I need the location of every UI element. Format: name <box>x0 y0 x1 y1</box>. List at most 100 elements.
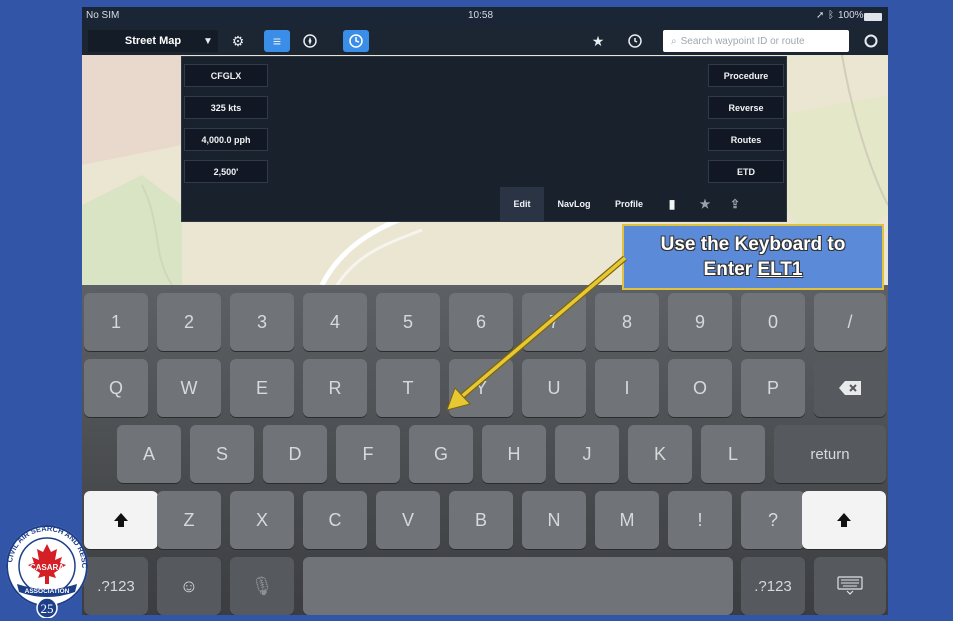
key-question[interactable]: ? <box>741 491 805 549</box>
key-i[interactable]: I <box>595 359 659 417</box>
shift-key-left[interactable] <box>84 491 158 549</box>
key-4[interactable]: 4 <box>303 293 367 351</box>
map-layer-label: Street Map <box>124 35 182 47</box>
key-d[interactable]: D <box>263 425 327 483</box>
key-n[interactable]: N <box>522 491 586 549</box>
key-9[interactable]: 9 <box>668 293 732 351</box>
key-h[interactable]: H <box>482 425 546 483</box>
callout-prefix: Enter <box>703 259 758 280</box>
chevron-down-icon[interactable]: ▼ <box>195 30 221 52</box>
key-0[interactable]: 0 <box>741 293 805 351</box>
key-p[interactable]: P <box>741 359 805 417</box>
key-m[interactable]: M <box>595 491 659 549</box>
key-x[interactable]: X <box>230 491 294 549</box>
key-y[interactable]: Y <box>449 359 513 417</box>
flight-plan-tabs: Edit NavLog Profile ▮ ★ ⇪ <box>500 187 750 221</box>
speed-field[interactable]: 325 kts <box>184 96 268 119</box>
star-icon[interactable]: ★ <box>585 30 611 52</box>
compass-icon[interactable] <box>297 30 323 52</box>
carrier-label: No SIM <box>86 10 120 21</box>
numbers-key-left[interactable]: .?123 <box>84 557 148 615</box>
logo-bottom-text: ASSOCIATION <box>25 588 70 595</box>
star-icon[interactable]: ★ <box>690 187 720 221</box>
key-8[interactable]: 8 <box>595 293 659 351</box>
key-l[interactable]: L <box>701 425 765 483</box>
key-1[interactable]: 1 <box>84 293 148 351</box>
key-q[interactable]: Q <box>84 359 148 417</box>
location-icon: ➚ <box>816 10 825 21</box>
onscreen-keyboard: 1 2 3 4 5 6 7 8 9 0 / Q W E R T Y U I O … <box>82 285 888 615</box>
gear-icon[interactable]: ⚙ <box>225 30 251 52</box>
hide-keyboard-icon <box>837 576 863 595</box>
key-o[interactable]: O <box>668 359 732 417</box>
key-6[interactable]: 6 <box>449 293 513 351</box>
key-5[interactable]: 5 <box>376 293 440 351</box>
shift-icon <box>114 513 128 527</box>
mic-key[interactable]: 🎙 <box>230 557 294 615</box>
history-icon[interactable] <box>622 30 648 52</box>
backspace-key[interactable] <box>814 359 886 417</box>
emoji-icon: ☺ <box>179 575 199 596</box>
procedure-button[interactable]: Procedure <box>708 64 784 87</box>
battery-percent: 100% <box>838 10 864 21</box>
key-c[interactable]: C <box>303 491 367 549</box>
sync-icon[interactable] <box>858 30 884 52</box>
callout-line-1: Use the Keyboard to <box>660 234 846 255</box>
key-a[interactable]: A <box>117 425 181 483</box>
status-bar: No SIM 10:58 ➚ ᛒ 100% <box>82 7 888 27</box>
tab-profile[interactable]: Profile <box>604 187 654 221</box>
routes-button[interactable]: Routes <box>708 128 784 151</box>
aircraft-id-field[interactable]: CFGLX <box>184 64 268 87</box>
space-bar[interactable] <box>303 557 733 615</box>
search-icon: ⌕ <box>671 35 677 47</box>
key-k[interactable]: K <box>628 425 692 483</box>
top-toolbar: Street Map ▼ ⚙ ≡ ★ ⌕ Search waypoint ID … <box>82 27 888 55</box>
numbers-key-right[interactable]: .?123 <box>741 557 805 615</box>
instruction-callout: Use the Keyboard to Enter ELT1 <box>622 224 884 290</box>
key-j[interactable]: J <box>555 425 619 483</box>
hide-keyboard-key[interactable] <box>814 557 886 615</box>
battery-icon <box>864 13 882 21</box>
key-slash[interactable]: / <box>814 293 886 351</box>
share-icon[interactable]: ⇪ <box>720 187 750 221</box>
key-7[interactable]: 7 <box>522 293 586 351</box>
key-t[interactable]: T <box>376 359 440 417</box>
key-r[interactable]: R <box>303 359 367 417</box>
key-s[interactable]: S <box>190 425 254 483</box>
logo-number: 25 <box>41 601 54 616</box>
flight-plan-panel: CFGLX 325 kts 4,000.0 pph 2,500' Procedu… <box>181 56 787 222</box>
key-f[interactable]: F <box>336 425 400 483</box>
altitude-field[interactable]: 2,500' <box>184 160 268 183</box>
clock-icon[interactable] <box>343 30 369 52</box>
return-key[interactable]: return <box>774 425 886 483</box>
callout-code: ELT1 <box>757 259 803 280</box>
emoji-key[interactable]: ☺ <box>157 557 221 615</box>
tab-navlog[interactable]: NavLog <box>544 187 604 221</box>
key-z[interactable]: Z <box>157 491 221 549</box>
shift-icon <box>837 513 851 527</box>
key-e[interactable]: E <box>230 359 294 417</box>
clock: 10:58 <box>468 10 494 21</box>
key-b[interactable]: B <box>449 491 513 549</box>
key-w[interactable]: W <box>157 359 221 417</box>
briefcase-icon[interactable]: ▮ <box>654 187 690 221</box>
search-input[interactable]: ⌕ Search waypoint ID or route <box>663 30 849 52</box>
fuel-flow-field[interactable]: 4,000.0 pph <box>184 128 268 151</box>
key-exclamation[interactable]: ! <box>668 491 732 549</box>
logo-center-text: CASARA <box>30 563 64 572</box>
shift-key-right[interactable] <box>802 491 886 549</box>
casara-logo: CIVIL AIR SEARCH AND RESCUE CASARA ASSOC… <box>4 520 89 618</box>
key-3[interactable]: 3 <box>230 293 294 351</box>
key-v[interactable]: V <box>376 491 440 549</box>
key-u[interactable]: U <box>522 359 586 417</box>
ipad-screen: No SIM 10:58 ➚ ᛒ 100% Street Map ▼ ⚙ ≡ ★… <box>82 7 888 615</box>
reverse-button[interactable]: Reverse <box>708 96 784 119</box>
mic-icon: 🎙 <box>250 575 274 596</box>
backspace-icon <box>839 381 861 395</box>
key-2[interactable]: 2 <box>157 293 221 351</box>
tab-edit[interactable]: Edit <box>500 187 544 221</box>
etd-button[interactable]: ETD <box>708 160 784 183</box>
bluetooth-icon: ᛒ <box>828 10 834 21</box>
list-icon[interactable]: ≡ <box>264 30 290 52</box>
key-g[interactable]: G <box>409 425 473 483</box>
